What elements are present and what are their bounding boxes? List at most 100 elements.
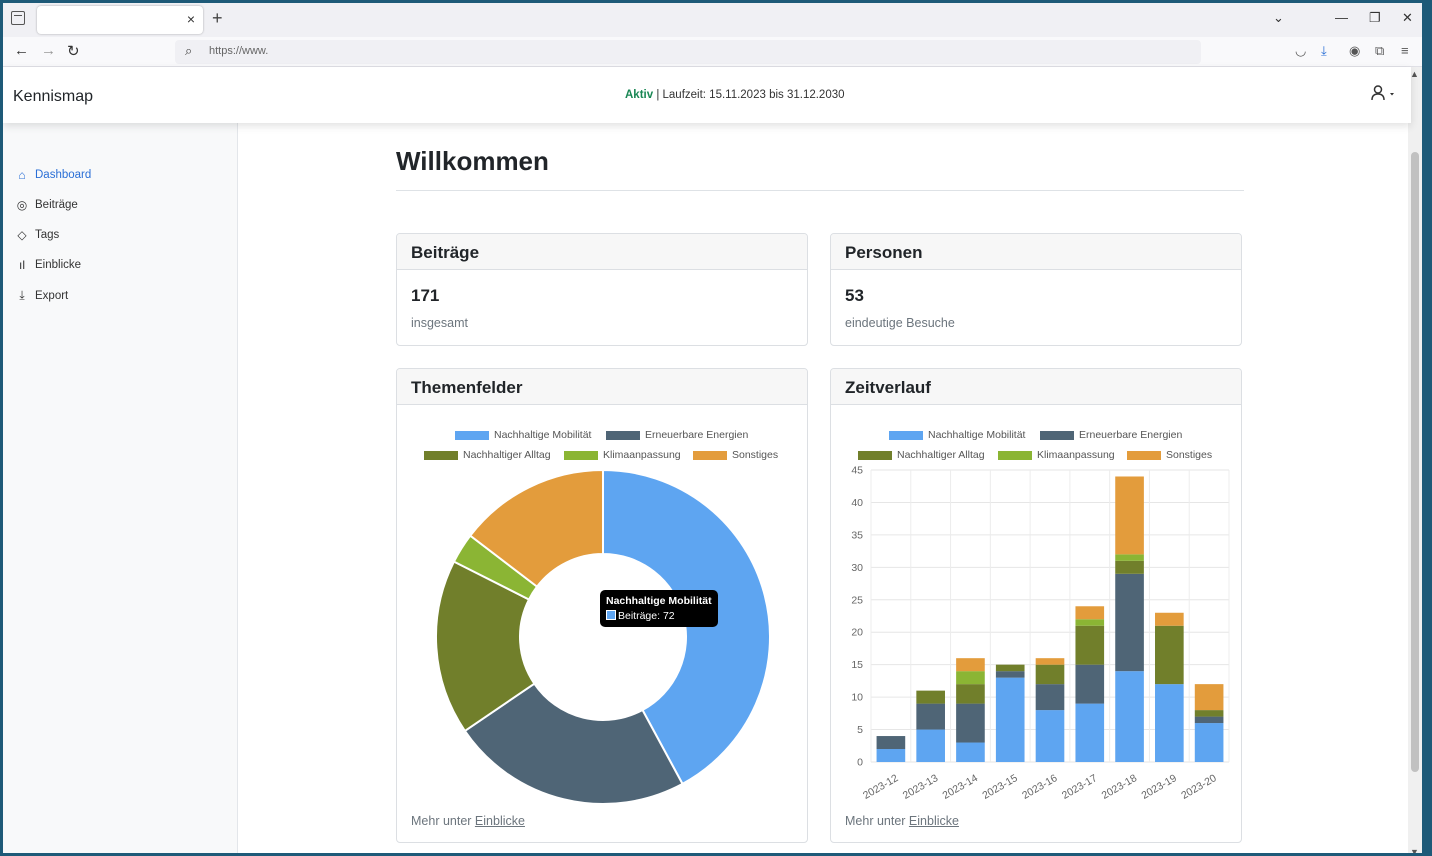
bar-segment[interactable] — [1194, 710, 1224, 717]
bar-segment[interactable] — [1155, 684, 1184, 762]
y-tick-label: 20 — [851, 627, 863, 639]
bar-segment[interactable] — [1075, 703, 1105, 762]
scrollbar-thumb[interactable] — [1411, 152, 1419, 772]
minimize-icon[interactable]: — — [1335, 10, 1348, 25]
y-tick-label: 0 — [857, 757, 863, 769]
legend-swatch — [1127, 450, 1161, 460]
brand-name[interactable]: Kennismap — [13, 88, 93, 106]
legend-swatch — [858, 450, 892, 460]
scroll-up-icon[interactable]: ▲ — [1410, 69, 1419, 79]
bar-segment[interactable] — [1035, 664, 1065, 685]
sidebar-item-beitraege[interactable]: ◎ Beiträge — [15, 198, 78, 212]
legend-item[interactable]: Klimaanpassung — [564, 449, 681, 461]
address-bar[interactable]: ⌕ https://www. — [175, 40, 1201, 64]
x-tick-label: 2023-13 — [901, 772, 941, 802]
bar-segment[interactable] — [1194, 723, 1224, 762]
bar-segment[interactable] — [956, 703, 985, 743]
bar-segment[interactable] — [876, 749, 906, 762]
bar-segment[interactable] — [1075, 606, 1105, 620]
bar-segment[interactable] — [916, 729, 945, 762]
bar-segment[interactable] — [1075, 625, 1105, 665]
close-window-icon[interactable]: ✕ — [1402, 10, 1413, 26]
new-tab-icon[interactable]: + — [212, 8, 223, 29]
legend-item[interactable]: Sonstiges — [693, 449, 778, 461]
legend-item[interactable]: Nachhaltige Mobilität — [889, 429, 1025, 441]
tab-list-icon[interactable] — [11, 11, 25, 25]
stat-value: 171 — [411, 286, 440, 305]
legend-label: Nachhaltiger Alltag — [897, 449, 985, 461]
legend-item[interactable]: Erneuerbare Energien — [606, 429, 748, 441]
reload-icon[interactable]: ↻ — [67, 42, 80, 60]
back-icon[interactable]: ← — [14, 42, 29, 59]
bar-segment[interactable] — [995, 677, 1025, 762]
einblicke-link[interactable]: Einblicke — [475, 814, 525, 828]
legend-item[interactable]: Nachhaltige Mobilität — [455, 429, 591, 441]
sidebar-item-dashboard[interactable]: ⌂ Dashboard — [15, 168, 91, 182]
forward-icon[interactable]: → — [41, 42, 56, 59]
bar-segment[interactable] — [1035, 710, 1065, 762]
sidebar-item-tags[interactable]: ◇ Tags — [15, 228, 59, 242]
bar-segment[interactable] — [916, 703, 945, 730]
card-personen: Personen 53 eindeutige Besuche — [830, 233, 1242, 346]
page-scrollbar[interactable]: ▲ ▼ — [1408, 67, 1422, 853]
bar-segment[interactable] — [995, 671, 1025, 678]
sidebar-item-label: Einblicke — [35, 259, 82, 271]
restore-icon[interactable]: ❐ — [1369, 10, 1381, 26]
bar-segment[interactable] — [1155, 625, 1184, 685]
user-menu-icon[interactable] — [1371, 85, 1397, 106]
chevron-down-icon[interactable]: ⌄ — [1273, 10, 1284, 26]
account-icon[interactable]: ◉ — [1349, 43, 1360, 59]
tooltip-title: Nachhaltige Mobilität — [606, 595, 712, 607]
legend-swatch — [424, 450, 458, 460]
card-title: Zeitverlauf — [831, 369, 1241, 405]
bar-segment[interactable] — [995, 664, 1025, 672]
x-tick-label: 2023-18 — [1100, 772, 1140, 802]
sidebar-item-einblicke[interactable]: ıl Einblicke — [15, 258, 81, 272]
x-tick-label: 2023-14 — [941, 772, 981, 802]
x-tick-label: 2023-15 — [980, 772, 1020, 802]
tab-close-icon[interactable]: × — [187, 11, 195, 27]
bar-segment[interactable] — [1115, 554, 1144, 561]
bar-segment[interactable] — [1194, 684, 1224, 711]
y-tick-label: 25 — [851, 594, 863, 606]
x-tick-label: 2023-19 — [1139, 772, 1179, 802]
browser-tab[interactable]: × — [37, 6, 203, 34]
bar-segment[interactable] — [1035, 684, 1065, 711]
url-text[interactable]: https://www. — [209, 45, 268, 57]
bar-segment[interactable] — [1115, 573, 1144, 672]
bar-segment[interactable] — [956, 684, 985, 704]
sidebar-item-export[interactable]: ⤓ Export — [15, 288, 68, 303]
bar-segment[interactable] — [876, 736, 906, 750]
title-divider — [396, 190, 1244, 191]
bar-segment[interactable] — [1075, 619, 1105, 626]
bar-segment[interactable] — [1035, 658, 1065, 665]
legend-swatch — [564, 450, 598, 460]
legend-item[interactable]: Nachhaltiger Alltag — [424, 449, 551, 461]
bar-segment[interactable] — [956, 658, 985, 672]
einblicke-link[interactable]: Einblicke — [909, 814, 959, 828]
extensions-icon[interactable]: ⧉ — [1375, 43, 1384, 59]
bar-segment[interactable] — [1115, 560, 1144, 574]
bar-segment[interactable] — [956, 671, 985, 685]
x-tick-label: 2023-16 — [1020, 772, 1060, 802]
pocket-icon[interactable]: ◡ — [1295, 43, 1306, 59]
bar-segment[interactable] — [1115, 476, 1144, 555]
download-icon[interactable]: ⤓ — [1321, 43, 1327, 59]
legend-item[interactable]: Nachhaltiger Alltag — [858, 449, 985, 461]
bar-segment[interactable] — [956, 742, 985, 762]
tag-icon: ◇ — [17, 228, 27, 242]
legend-item[interactable]: Klimaanpassung — [998, 449, 1115, 461]
sidebar-item-label: Beiträge — [35, 199, 78, 211]
legend-label: Erneuerbare Energien — [645, 429, 749, 441]
bar-segment[interactable] — [916, 690, 945, 704]
legend-item[interactable]: Erneuerbare Energien — [1040, 429, 1182, 441]
bar-segment[interactable] — [1115, 671, 1144, 762]
scroll-down-icon[interactable]: ▼ — [1410, 847, 1419, 853]
bar-segment[interactable] — [1075, 664, 1105, 704]
bar-segment[interactable] — [1155, 612, 1184, 626]
bar-segment[interactable] — [1194, 716, 1224, 724]
search-icon: ⌕ — [185, 43, 193, 58]
legend-item[interactable]: Sonstiges — [1127, 449, 1212, 461]
menu-icon[interactable]: ≡ — [1401, 43, 1409, 58]
project-status: Aktiv | Laufzeit: 15.11.2023 bis 31.12.2… — [625, 89, 845, 101]
